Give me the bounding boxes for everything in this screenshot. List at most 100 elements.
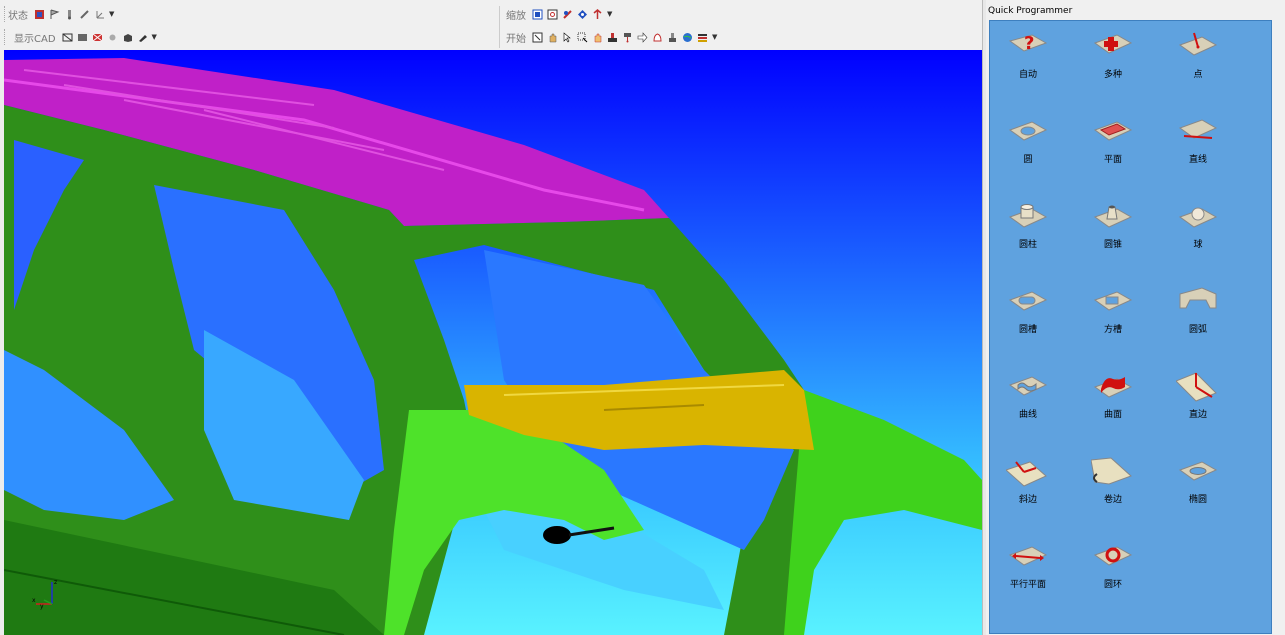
quick-programmer-item-5[interactable]: 直线 bbox=[1163, 116, 1233, 186]
quick-programmer-item-label: 圆环 bbox=[1103, 580, 1122, 590]
quick-programmer-item-16[interactable]: 卷边 bbox=[1078, 456, 1148, 526]
axis-triad-icon: z x y bbox=[32, 579, 57, 610]
quick-programmer-item-label: 曲面 bbox=[1103, 410, 1122, 420]
bevel-edge-icon bbox=[1006, 461, 1047, 487]
quick-programmer-item-3[interactable]: 圆 bbox=[993, 116, 1063, 186]
start-dropdown-arrow-icon[interactable]: ▼ bbox=[712, 33, 717, 41]
zoom-in-icon[interactable] bbox=[562, 9, 573, 20]
quick-programmer-item-4[interactable]: 平面 bbox=[1078, 116, 1148, 186]
cad-cube-icon[interactable] bbox=[122, 32, 133, 43]
quick-programmer-grid: ? 自动 多种 点圆 平面 直线圆柱 圆锥 球圆槽 方槽 圆弧曲线 曲面 直边斜边 卷边 椭圆平行平面 圆环 bbox=[989, 20, 1272, 634]
quick-programmer-item-2[interactable]: 点 bbox=[1163, 31, 1233, 101]
zoom-rotate-icon[interactable] bbox=[592, 8, 603, 20]
square-slot-icon bbox=[1093, 291, 1133, 311]
quick-programmer-item-label: 直线 bbox=[1188, 155, 1207, 165]
quick-programmer-item-19[interactable]: 圆环 bbox=[1078, 541, 1148, 611]
toolbar-grip[interactable] bbox=[4, 29, 7, 45]
cad-shaded-icon[interactable] bbox=[77, 32, 88, 43]
quick-programmer-item-label: 圆柱 bbox=[1018, 240, 1037, 250]
display-cad-toolbar: 显示CAD ▼ bbox=[4, 26, 157, 48]
quick-programmer-item-10[interactable]: 方槽 bbox=[1078, 286, 1148, 356]
circle-icon bbox=[1008, 121, 1048, 141]
start-probe-head-icon[interactable] bbox=[622, 32, 633, 43]
quick-programmer-item-9[interactable]: 圆槽 bbox=[993, 286, 1063, 356]
cad-3d-viewport[interactable]: z x y bbox=[4, 50, 982, 635]
toolbar-grip[interactable] bbox=[4, 6, 7, 22]
display-cad-label: 显示CAD bbox=[14, 33, 56, 45]
start-arrow-right-icon[interactable] bbox=[637, 31, 648, 43]
quick-programmer-item-12[interactable]: 曲线 bbox=[993, 371, 1063, 441]
axis-y-label: y bbox=[40, 603, 44, 610]
axis-z-label: z bbox=[54, 579, 57, 586]
display-cad-dropdown-arrow-icon[interactable]: ▼ bbox=[152, 33, 157, 41]
edge-icon bbox=[1176, 372, 1217, 402]
hem-edge-icon bbox=[1091, 457, 1132, 485]
ellipse-icon bbox=[1178, 461, 1218, 481]
quick-programmer-item-0[interactable]: ? 自动 bbox=[993, 31, 1063, 101]
quick-programmer-panel: Quick Programmer ? 自动 多种 点圆 平面 直线圆柱 圆锥 球圆槽 方槽 圆弧曲… bbox=[986, 0, 1285, 635]
start-layers-icon[interactable] bbox=[697, 32, 708, 43]
quick-programmer-item-label: 圆弧 bbox=[1188, 325, 1207, 335]
cad-hidden-icon[interactable] bbox=[92, 32, 103, 43]
panel-title: Quick Programmer bbox=[988, 6, 1073, 16]
quick-programmer-item-label: 圆 bbox=[1023, 155, 1033, 165]
status-axis-icon[interactable] bbox=[94, 9, 105, 20]
quick-programmer-item-label: 方槽 bbox=[1103, 325, 1122, 335]
arc-icon bbox=[1179, 287, 1217, 309]
zoom-toolbar: 缩放 ▼ bbox=[506, 3, 612, 25]
quick-programmer-item-18[interactable]: 平行平面 bbox=[993, 541, 1063, 611]
toolbar-area: 状态 ▼ 显示CAD ▼ 缩放 ▼ 开始 ▼ bbox=[0, 0, 985, 50]
quick-programmer-item-label: 椭圆 bbox=[1188, 495, 1207, 505]
start-globe-icon[interactable] bbox=[682, 32, 693, 43]
quick-programmer-item-1[interactable]: 多种 bbox=[1078, 31, 1148, 101]
cad-edit-icon[interactable] bbox=[137, 32, 148, 43]
quick-programmer-item-14[interactable]: 直边 bbox=[1163, 371, 1233, 441]
start-box-select-icon[interactable] bbox=[577, 32, 588, 43]
quick-programmer-item-label: 球 bbox=[1193, 240, 1203, 250]
point-icon bbox=[1178, 32, 1218, 56]
plus-icon bbox=[1093, 34, 1133, 54]
status-stylus-icon[interactable] bbox=[64, 9, 75, 20]
status-tool-icon[interactable] bbox=[79, 9, 90, 20]
quick-programmer-item-13[interactable]: 曲面 bbox=[1078, 371, 1148, 441]
quick-programmer-item-17[interactable]: 椭圆 bbox=[1163, 456, 1233, 526]
status-flag-icon[interactable] bbox=[49, 9, 60, 20]
quick-programmer-item-label: 点 bbox=[1193, 70, 1203, 80]
zoom-dropdown-arrow-icon[interactable]: ▼ bbox=[607, 10, 612, 18]
zoom-label: 缩放 bbox=[506, 10, 526, 22]
quick-programmer-item-7[interactable]: 圆锥 bbox=[1078, 201, 1148, 271]
quick-programmer-item-label: 卷边 bbox=[1103, 495, 1122, 505]
quick-programmer-item-11[interactable]: 圆弧 bbox=[1163, 286, 1233, 356]
quick-programmer-item-15[interactable]: 斜边 bbox=[993, 456, 1063, 526]
start-select-icon[interactable] bbox=[532, 32, 543, 43]
quick-programmer-item-label: 曲线 bbox=[1018, 410, 1037, 420]
svg-text:?: ? bbox=[1024, 33, 1034, 54]
start-stamp-icon[interactable] bbox=[667, 32, 678, 43]
zoom-center-icon[interactable] bbox=[577, 9, 588, 20]
quick-programmer-item-label: 平行平面 bbox=[1009, 580, 1046, 590]
cone-icon bbox=[1093, 205, 1133, 228]
start-pointer-icon[interactable] bbox=[562, 31, 573, 43]
zoom-fit-icon[interactable] bbox=[547, 9, 558, 20]
start-pan-icon[interactable] bbox=[592, 32, 603, 43]
start-bell-icon[interactable] bbox=[652, 32, 663, 43]
round-slot-icon bbox=[1008, 291, 1048, 311]
zoom-window-icon[interactable] bbox=[532, 9, 543, 20]
question-icon: ? bbox=[1008, 33, 1048, 54]
start-machine-icon[interactable] bbox=[607, 32, 618, 43]
cad-wire-icon[interactable] bbox=[62, 32, 73, 43]
curve-icon bbox=[1008, 376, 1048, 396]
quick-programmer-item-label: 多种 bbox=[1103, 70, 1122, 80]
quick-programmer-item-6[interactable]: 圆柱 bbox=[993, 201, 1063, 271]
axis-x-label: x bbox=[32, 597, 36, 604]
start-label: 开始 bbox=[506, 33, 526, 45]
status-probe-icon[interactable] bbox=[34, 9, 45, 20]
status-dropdown-arrow-icon[interactable]: ▼ bbox=[109, 10, 114, 18]
start-hand-icon[interactable] bbox=[547, 32, 558, 43]
quick-programmer-item-label: 平面 bbox=[1103, 155, 1122, 165]
torus-icon bbox=[1093, 546, 1133, 566]
cad-light-icon[interactable] bbox=[107, 32, 118, 43]
quick-programmer-item-8[interactable]: 球 bbox=[1163, 201, 1233, 271]
cylinder-icon bbox=[1008, 204, 1048, 228]
plane-icon bbox=[1093, 121, 1133, 141]
